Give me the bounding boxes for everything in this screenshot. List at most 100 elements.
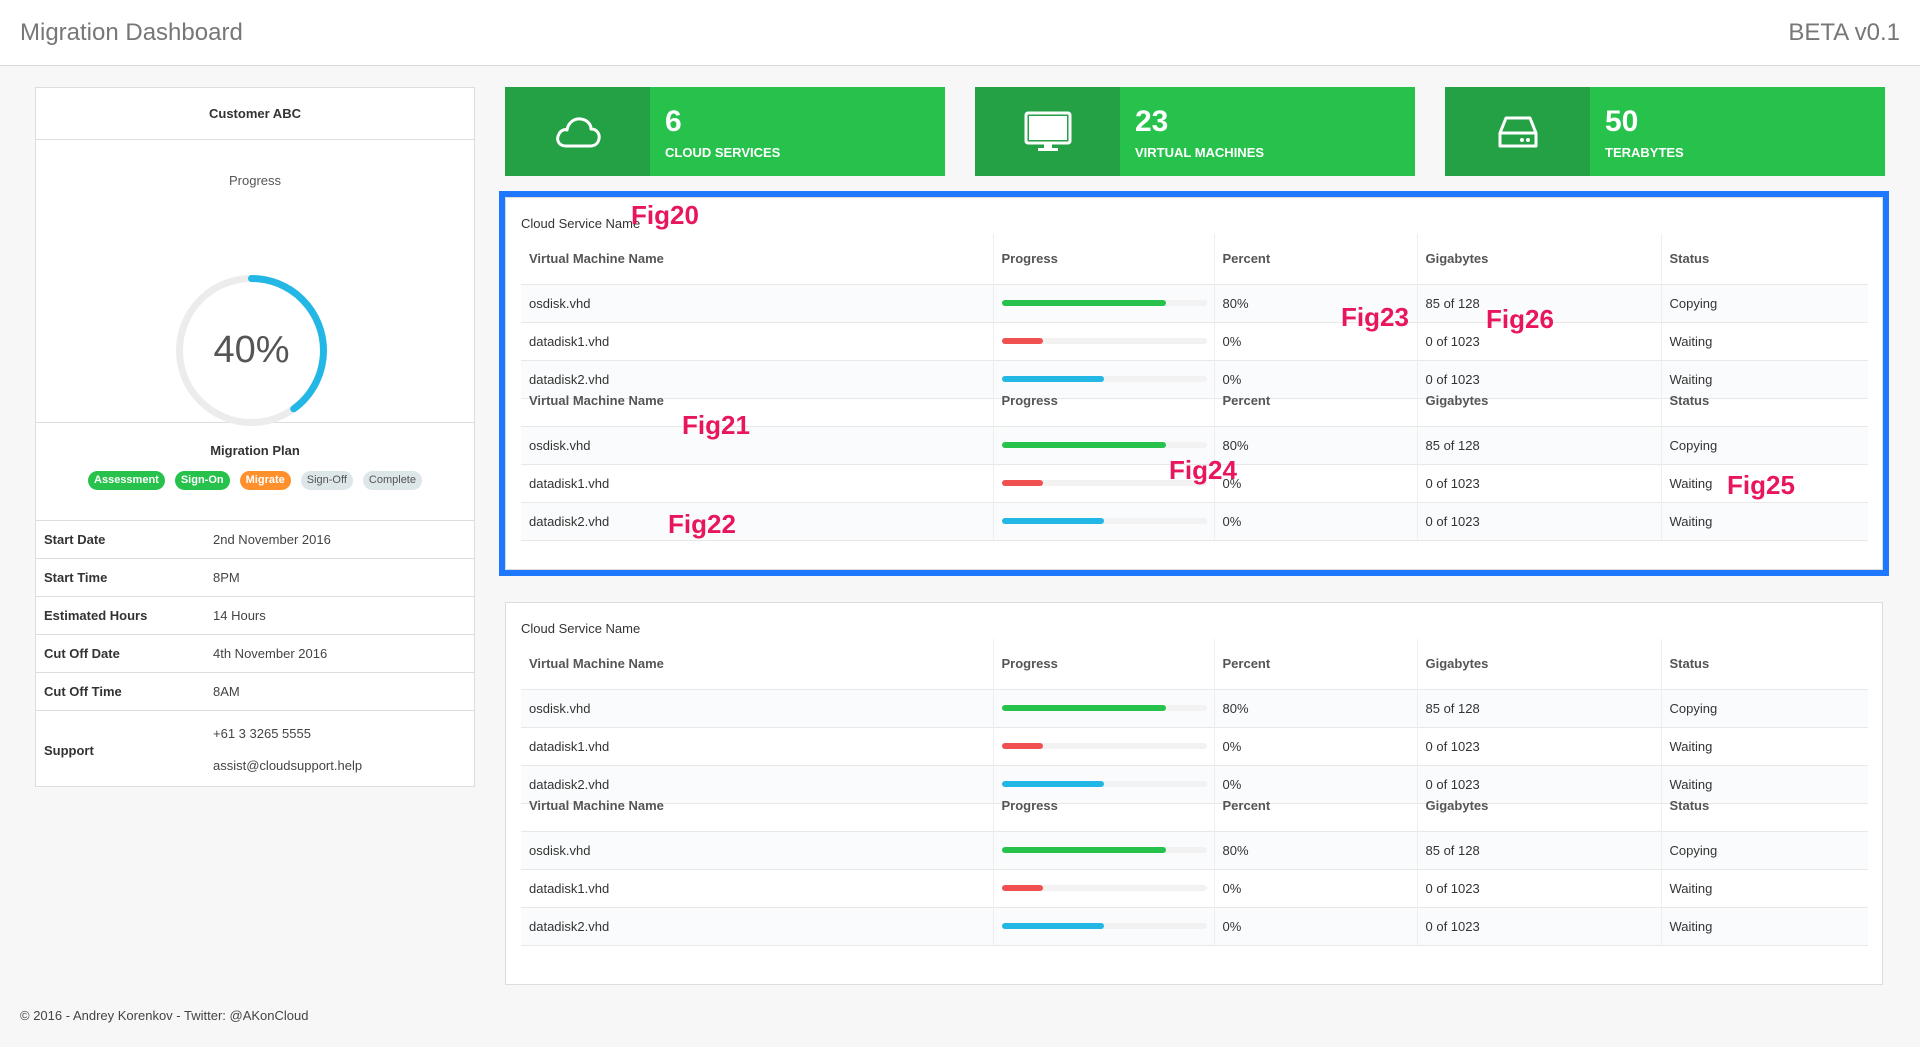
gigabytes-cell: 0 of 1023: [1417, 868, 1662, 907]
annotation-label: Fig22: [668, 509, 736, 539]
vm-name-cell: datadisk1.vhd: [521, 463, 994, 502]
vm-name-cell: osdisk.vhd: [521, 283, 994, 322]
annotation-label: Fig26: [1486, 304, 1554, 334]
vm-name-cell: datadisk2.vhd: [521, 501, 994, 541]
column-header[interactable]: Percent: [1214, 376, 1418, 426]
column-header[interactable]: Progress: [993, 234, 1215, 284]
column-header[interactable]: Percent: [1214, 639, 1418, 689]
vm-name-cell: osdisk.vhd: [521, 830, 994, 869]
info-key: Start Date: [44, 532, 106, 547]
vm-name-cell: osdisk.vhd: [521, 688, 994, 727]
progress-bar-fill: [1001, 480, 1043, 486]
table-row[interactable]: osdisk.vhd 80% 85 of 128 Copying: [521, 283, 1868, 322]
annotation-label: Fig23: [1341, 302, 1409, 332]
info-row: Cut Off Date 4th November 2016: [36, 635, 474, 673]
column-header[interactable]: Gigabytes: [1417, 781, 1662, 831]
cloud-icon: [505, 87, 650, 176]
vm-name-cell: datadisk2.vhd: [521, 906, 994, 946]
table-row[interactable]: datadisk1.vhd 0% 0 of 1023 Waiting: [521, 726, 1868, 765]
column-header[interactable]: Progress: [993, 781, 1215, 831]
vm-name-cell: osdisk.vhd: [521, 425, 994, 464]
plan-badges: Assessment Sign-On Migrate Sign-Off Complete: [36, 471, 474, 490]
progress-bar-fill: [1001, 847, 1166, 853]
customer-panel: Customer ABC Progress 40% Migration Plan…: [35, 87, 475, 787]
info-key: Cut Off Date: [44, 646, 120, 661]
progress-cell: [993, 868, 1215, 907]
progress-bar: [1001, 885, 1207, 891]
status-cell: Waiting: [1661, 726, 1868, 765]
plan-badge-complete: Complete: [362, 471, 422, 490]
column-header[interactable]: Status: [1661, 234, 1868, 284]
annotation-label: Fig24: [1169, 455, 1237, 485]
table-row[interactable]: datadisk1.vhd 0% 0 of 1023 Waiting: [521, 321, 1868, 360]
table-row[interactable]: datadisk2.vhd 0% 0 of 1023 Waiting: [521, 906, 1868, 946]
gigabytes-cell: 0 of 1023: [1417, 726, 1662, 765]
stat-number: 50: [1605, 105, 1639, 138]
status-cell: Waiting: [1661, 501, 1868, 541]
migration-plan: Migration Plan Assessment Sign-On Migrate S…: [36, 423, 474, 521]
progress-cell: [993, 906, 1215, 946]
table-row[interactable]: osdisk.vhd 80% 85 of 128 Copying: [521, 688, 1868, 727]
progress-bar: [1001, 923, 1207, 929]
column-header[interactable]: Gigabytes: [1417, 639, 1662, 689]
footer-copyright: © 2016 - Andrey Korenkov - Twitter: @AKo…: [20, 1008, 309, 1023]
info-value: 8PM: [213, 570, 240, 585]
column-header[interactable]: Progress: [993, 376, 1215, 426]
progress-bar-fill: [1001, 743, 1043, 749]
column-header[interactable]: Virtual Machine Name: [521, 781, 994, 831]
status-cell: Waiting: [1661, 906, 1868, 946]
table-row[interactable]: datadisk1.vhd 0% 0 of 1023 Waiting: [521, 868, 1868, 907]
percent-cell: 0%: [1214, 463, 1418, 502]
support-email[interactable]: assist@cloudsupport.help: [213, 750, 362, 782]
info-key: Cut Off Time: [44, 684, 122, 699]
column-header[interactable]: Virtual Machine Name: [521, 376, 994, 426]
column-header[interactable]: Virtual Machine Name: [521, 639, 994, 689]
progress-cell: [993, 830, 1215, 869]
stat-label: CLOUD SERVICES: [665, 145, 781, 160]
progress-bar-fill: [1001, 338, 1043, 344]
column-header[interactable]: Percent: [1214, 781, 1418, 831]
gigabytes-cell: 0 of 1023: [1417, 463, 1662, 502]
progress-bar-fill: [1001, 518, 1104, 524]
column-header[interactable]: Status: [1661, 376, 1868, 426]
column-header[interactable]: Percent: [1214, 234, 1418, 284]
column-header[interactable]: Virtual Machine Name: [521, 234, 994, 284]
gigabytes-cell: 85 of 128: [1417, 425, 1662, 464]
progress-section: Progress 40%: [36, 140, 474, 426]
info-value: 8AM: [213, 684, 240, 699]
table-row[interactable]: osdisk.vhd 80% 85 of 128 Copying: [521, 830, 1868, 869]
vm-table: Virtual Machine Name Progress Percent Gigab…: [521, 639, 1868, 804]
status-cell: Waiting: [1661, 868, 1868, 907]
column-header[interactable]: Status: [1661, 639, 1868, 689]
vm-name-cell: datadisk1.vhd: [521, 868, 994, 907]
stat-cloud-services: 6 CLOUD SERVICES: [505, 87, 945, 176]
plan-badge-migrate: Migrate: [239, 471, 291, 490]
column-header[interactable]: Status: [1661, 781, 1868, 831]
migration-plan-title: Migration Plan: [210, 443, 300, 458]
percent-cell: 80%: [1214, 688, 1418, 727]
annotation-label: Fig25: [1727, 470, 1795, 500]
stat-terabytes: 50 TERABYTES: [1445, 87, 1885, 176]
gigabytes-cell: 85 of 128: [1417, 688, 1662, 727]
plan-badge-sign-on: Sign-On: [174, 471, 230, 490]
status-cell: Waiting: [1661, 321, 1868, 360]
vm-table: Virtual Machine Name Progress Percent Gigab…: [521, 781, 1868, 946]
column-header[interactable]: Gigabytes: [1417, 234, 1662, 284]
support-row: Support +61 3 3265 5555 assist@cloudsupp…: [36, 711, 474, 789]
column-header[interactable]: Gigabytes: [1417, 376, 1662, 426]
status-cell: Copying: [1661, 830, 1868, 869]
info-key: Estimated Hours: [44, 608, 148, 623]
progress-bar-fill: [1001, 923, 1104, 929]
progress-cell: [993, 726, 1215, 765]
vm-name-cell: datadisk1.vhd: [521, 321, 994, 360]
cloud-service-title: Cloud Service Name: [521, 621, 641, 636]
progress-bar: [1001, 338, 1207, 344]
percent-cell: 0%: [1214, 868, 1418, 907]
stat-virtual-machines: 23 VIRTUAL MACHINES: [975, 87, 1415, 176]
column-header[interactable]: Progress: [993, 639, 1215, 689]
progress-bar-fill: [1001, 705, 1166, 711]
gigabytes-cell: 85 of 128: [1417, 830, 1662, 869]
gigabytes-cell: 0 of 1023: [1417, 906, 1662, 946]
cloud-service-panel: Cloud Service Name Virtual Machine Name Pr…: [505, 602, 1883, 985]
info-row: Start Date 2nd November 2016: [36, 521, 474, 559]
